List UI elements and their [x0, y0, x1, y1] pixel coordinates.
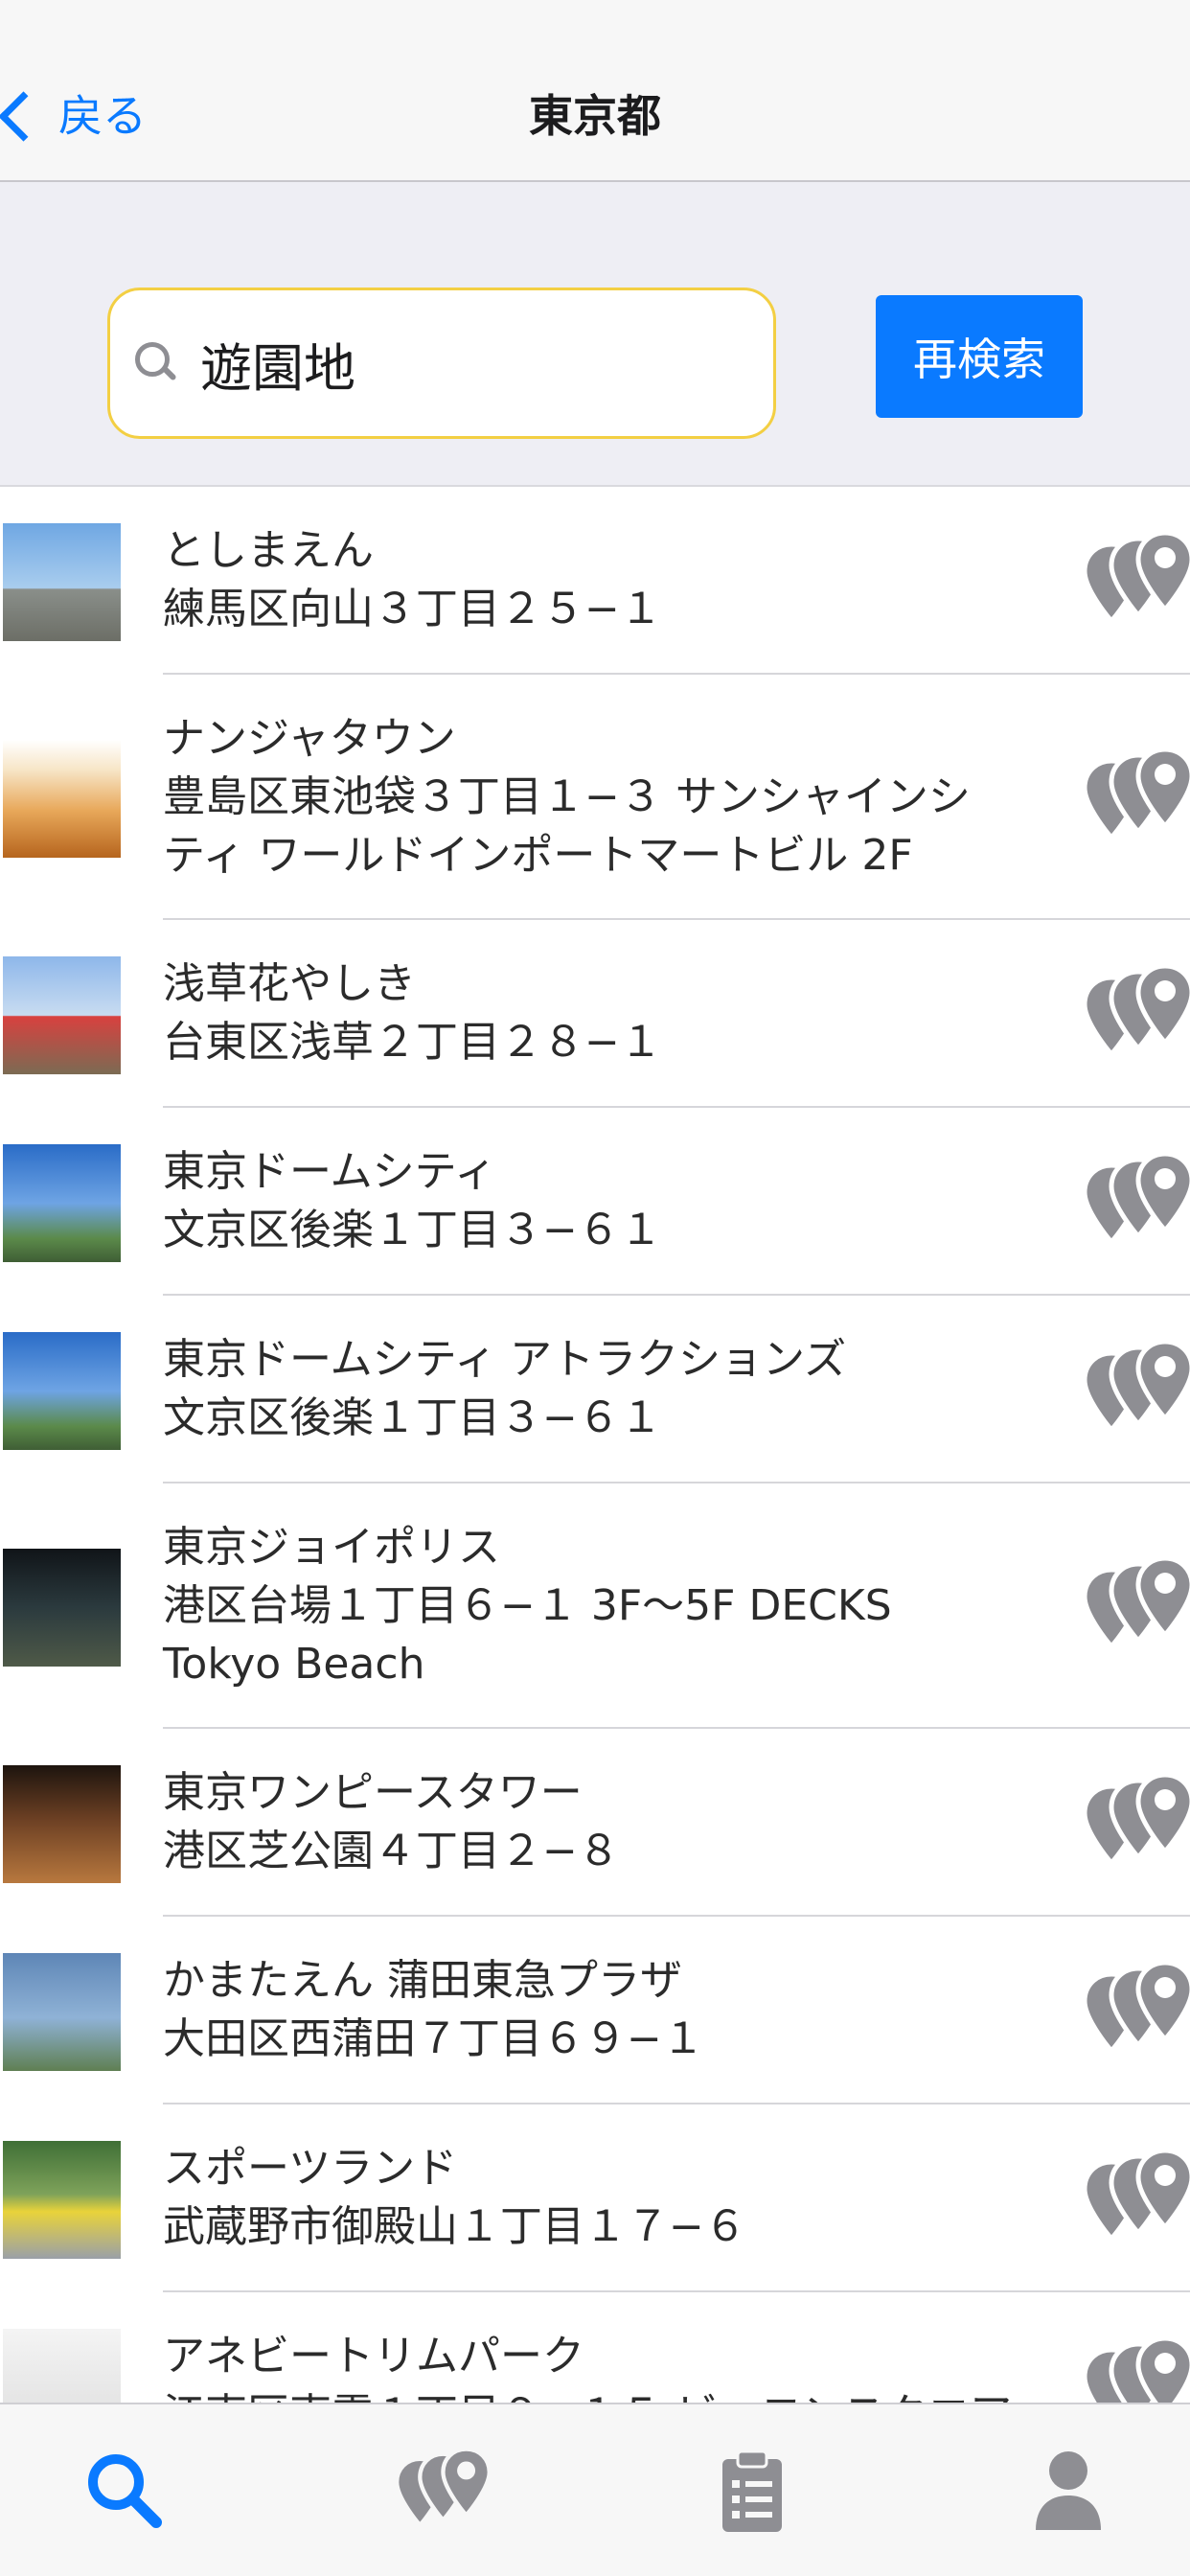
list-item[interactable]: アネビートリムパーク 江東区東雲１丁目９−１５ ビーコンスクエア	[0, 2292, 1190, 2403]
thumbnail-image	[3, 1765, 121, 1883]
thumbnail-image	[3, 523, 121, 641]
tab-profile[interactable]	[1016, 2443, 1121, 2539]
search-icon	[88, 2454, 162, 2528]
thumbnail-image	[3, 956, 121, 1074]
list-item[interactable]: かまたえん 蒲田東急プラザ 大田区西蒲田７丁目６９−１	[0, 1917, 1190, 2104]
map-pins-icon[interactable]	[1079, 1554, 1190, 1660]
place-name: 東京ドームシティ	[163, 1147, 497, 1196]
list-item[interactable]: 東京ワンピースタワー 港区芝公園４丁目２−８	[0, 1729, 1190, 1917]
thumbnail-image	[3, 1332, 121, 1450]
place-address-line: 文京区後楽１丁目３−６１	[163, 1206, 662, 1254]
map-pins-icon[interactable]	[1079, 1150, 1190, 1255]
tab-list[interactable]	[699, 2443, 805, 2539]
clipboard-list-icon	[722, 2450, 782, 2532]
place-address-line: 港区芝公園４丁目２−８	[163, 1827, 620, 1875]
research-button[interactable]: 再検索	[876, 295, 1083, 418]
map-pins-icon[interactable]	[1079, 962, 1190, 1068]
list-item[interactable]: スポーツランド 武蔵野市御殿山１丁目１７−６	[0, 2104, 1190, 2292]
thumbnail-image	[3, 740, 121, 858]
place-address-line: 練馬区向山３丁目２５−１	[163, 585, 662, 633]
place-address-line: 大田区西蒲田７丁目６９−１	[163, 2014, 704, 2063]
map-pins-icon[interactable]	[1079, 2147, 1190, 2252]
place-address-line: ティ ワールドインポートマートビル 2F	[163, 831, 913, 880]
thumbnail-image	[3, 2329, 121, 2403]
list-item[interactable]: 浅草花やしき 台東区浅草２丁目２８−１	[0, 920, 1190, 1108]
search-icon	[135, 342, 177, 384]
thumbnail-image	[3, 2141, 121, 2259]
place-address-line: 台東区浅草２丁目２８−１	[163, 1018, 662, 1067]
person-icon	[1036, 2451, 1101, 2530]
thumbnail-image	[3, 1549, 121, 1667]
search-area: 再検索	[0, 182, 1190, 487]
list-item[interactable]: 東京ジョイポリス 港区台場１丁目６−１ 3F〜5F DECKS Tokyo Be…	[0, 1484, 1190, 1729]
place-name: 浅草花やしき	[163, 959, 416, 1008]
tab-map[interactable]	[387, 2443, 492, 2539]
list-item[interactable]: としまえん 練馬区向山３丁目２５−１	[0, 487, 1190, 675]
place-name: アネビートリムパーク	[163, 2332, 584, 2380]
place-name: としまえん	[163, 526, 374, 575]
place-address-line: Tokyo Beach	[163, 1640, 425, 1689]
place-address-line: 豊島区東池袋３丁目１−３ サンシャインシ	[163, 772, 971, 821]
place-name: ナンジャタウン	[163, 714, 456, 763]
thumbnail-image	[3, 1144, 121, 1262]
thumbnail-image	[3, 1953, 121, 2071]
map-pins-icon[interactable]	[1079, 2334, 1190, 2403]
tab-search[interactable]	[72, 2443, 177, 2539]
map-pins-icon	[395, 2446, 488, 2528]
list-item[interactable]: 東京ドームシティ アトラクションズ 文京区後楽１丁目３−６１	[0, 1296, 1190, 1484]
map-pins-icon[interactable]	[1079, 746, 1190, 851]
tab-bar	[0, 2403, 1190, 2576]
place-address-line: 武蔵野市御殿山１丁目１７−６	[163, 2202, 746, 2251]
page-title: 東京都	[529, 90, 661, 142]
place-name: 東京ドームシティ アトラクションズ	[163, 1335, 847, 1384]
search-input[interactable]	[200, 333, 737, 394]
place-name: 東京ワンピースタワー	[163, 1768, 583, 1817]
map-pins-icon[interactable]	[1079, 1771, 1190, 1876]
list-item[interactable]: 東京ドームシティ 文京区後楽１丁目３−６１	[0, 1108, 1190, 1296]
map-pins-icon[interactable]	[1079, 1338, 1190, 1443]
results-list[interactable]: としまえん 練馬区向山３丁目２５−１ ナンジャタウン 豊島区東池袋３丁目１−３ …	[0, 487, 1190, 2403]
search-field[interactable]	[107, 288, 776, 439]
place-address-line: 江東区東雲１丁目９−１５ ビーコンスクエア	[163, 2385, 1046, 2403]
navigation-bar: 戻る 東京都	[0, 0, 1190, 182]
place-name: かまたえん 蒲田東急プラザ	[163, 1956, 682, 2005]
list-item[interactable]: ナンジャタウン 豊島区東池袋３丁目１−３ サンシャインシ ティ ワールドインポー…	[0, 675, 1190, 920]
map-pins-icon[interactable]	[1079, 1959, 1190, 2064]
place-name: スポーツランド	[163, 2144, 458, 2193]
place-address-line: 港区台場１丁目６−１ 3F〜5F DECKS	[163, 1581, 892, 1630]
map-pins-icon[interactable]	[1079, 529, 1190, 634]
place-address-line: 文京区後楽１丁目３−６１	[163, 1393, 662, 1442]
place-name: 東京ジョイポリス	[163, 1523, 500, 1572]
